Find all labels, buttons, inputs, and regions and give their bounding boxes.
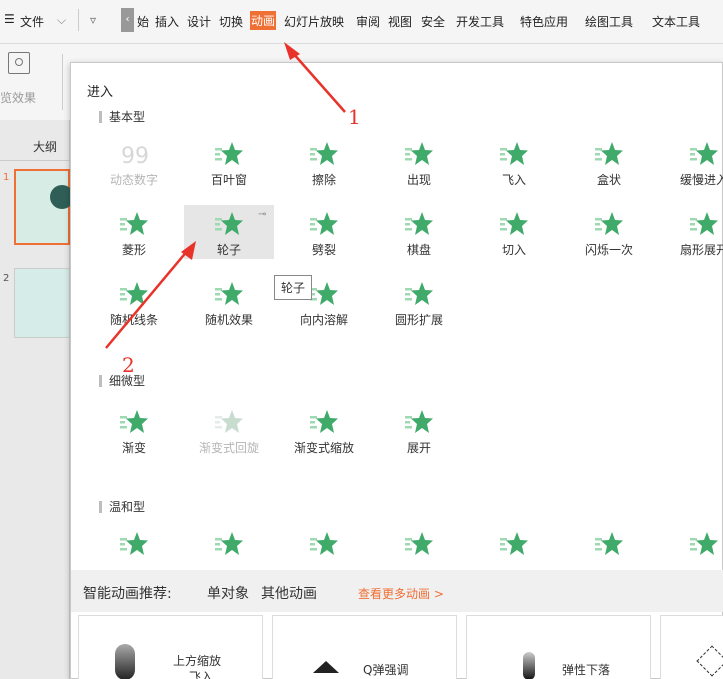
annotation-number-2: 2	[122, 353, 135, 377]
annotation-overlay: 1 2	[105, 42, 361, 377]
annotation-number-1: 1	[348, 105, 361, 129]
annotation-arrow-2	[105, 249, 189, 349]
annotation-arrow-1	[291, 51, 346, 113]
app-window: ☰ 文件 ⌵ ▿ ‹ 始 插入 设计 切换 动画 幻灯片放映 审阅 视图 安全 …	[0, 0, 723, 679]
